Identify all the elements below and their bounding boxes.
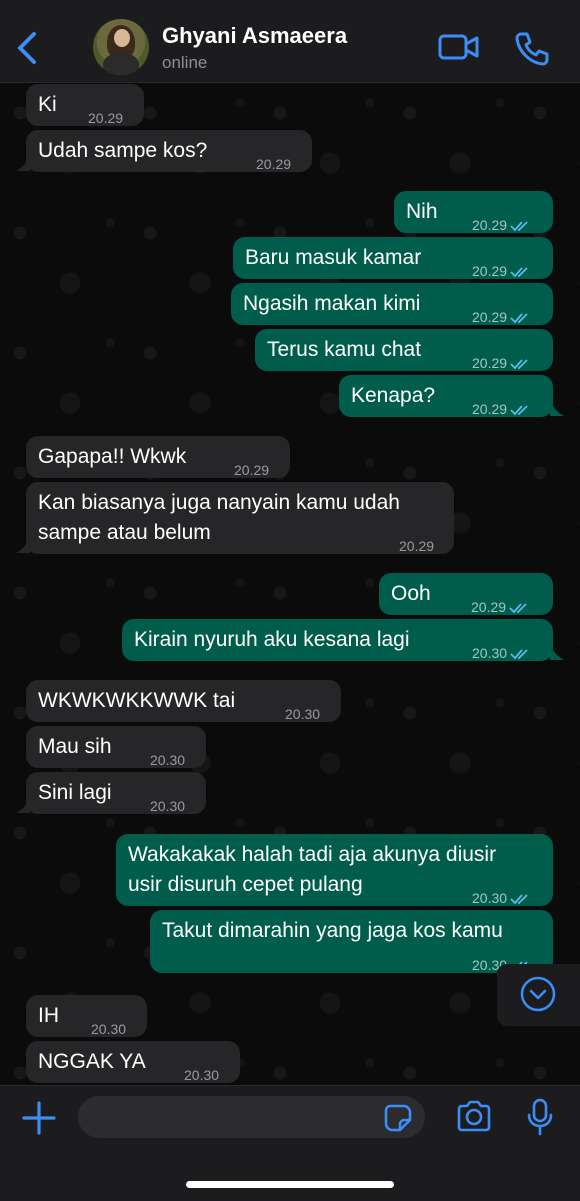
scroll-down-button[interactable] [497, 964, 580, 1026]
message-time: 20.29 [472, 394, 530, 424]
message-time: 20.30 [150, 798, 186, 814]
message-text: Sini lagi [38, 781, 112, 804]
double-check-icon [510, 267, 528, 278]
message-text: Mau sih [38, 735, 112, 758]
message-time: 20.29 [88, 110, 124, 126]
chevron-left-icon[interactable] [8, 28, 44, 68]
message-incoming[interactable]: WKWKWKKWWK tai 20.30 [26, 680, 341, 722]
message-incoming[interactable]: Gapapa!! Wkwk 20.29 [26, 436, 290, 478]
message-text: IH [38, 1004, 59, 1027]
message-time: 20.29 [472, 256, 530, 286]
chat-header: Ghyani Asmaeera online [0, 0, 580, 83]
message-outgoing[interactable]: Ooh 20.29 [379, 573, 553, 615]
message-time: 20.29 [256, 156, 292, 172]
double-check-icon [509, 603, 527, 614]
message-incoming[interactable]: IH 20.30 [26, 995, 147, 1037]
message-text: Takut dimarahin yang jaga kos kamu [162, 919, 503, 942]
message-time: 20.30 [285, 706, 321, 722]
message-time: 20.30 [91, 1021, 127, 1037]
phone-icon[interactable] [514, 30, 550, 66]
message-time: 20.29 [399, 538, 435, 554]
message-outgoing[interactable]: Baru masuk kamar 20.29 [233, 237, 553, 279]
message-text: Baru masuk kamar [245, 246, 422, 269]
double-check-icon [510, 405, 528, 416]
message-incoming[interactable]: Kan biasanya juga nanyain kamu udah samp… [26, 482, 454, 554]
message-time: 20.29 [471, 592, 529, 622]
message-list[interactable]: Ki 20.29 Udah sampe kos? 20.29 Nih 20.29… [0, 83, 580, 1085]
message-text: Terus kamu chat [267, 338, 422, 361]
video-camera-icon[interactable] [438, 32, 480, 62]
message-text: WKWKWKKWWK tai [38, 689, 236, 712]
bubble-tail [16, 539, 30, 553]
bubble-tail [550, 646, 564, 660]
camera-icon[interactable] [456, 1100, 492, 1132]
message-incoming[interactable]: NGGAK YA 20.30 [26, 1041, 240, 1083]
message-text: Ki [38, 93, 57, 116]
message-input[interactable] [78, 1096, 425, 1138]
message-time: 20.30 [150, 752, 186, 768]
message-outgoing[interactable]: Nih 20.29 [394, 191, 553, 233]
chevron-down-circle-icon [520, 976, 556, 1012]
message-text: Kenapa? [351, 384, 436, 407]
message-incoming[interactable]: Mau sih 20.30 [26, 726, 206, 768]
message-outgoing[interactable]: Ngasih makan kimi 20.29 [231, 283, 553, 325]
message-text: Nih [406, 200, 438, 223]
double-check-icon [510, 359, 528, 370]
message-time: 20.29 [472, 210, 530, 240]
home-indicator[interactable] [186, 1181, 394, 1188]
message-outgoing[interactable]: Takut dimarahin yang jaga kos kamu 20.30 [150, 910, 553, 973]
message-text: Ngasih makan kimi [243, 292, 421, 315]
contact-status: online [162, 53, 208, 72]
message-outgoing[interactable]: Kenapa? 20.29 [339, 375, 553, 417]
plus-icon[interactable] [22, 1101, 56, 1135]
message-incoming[interactable]: Sini lagi 20.30 [26, 772, 206, 814]
bubble-tail [16, 157, 30, 171]
message-time: 20.30 [184, 1067, 220, 1083]
bubble-tail [16, 799, 30, 813]
avatar[interactable] [93, 19, 149, 75]
message-outgoing[interactable]: Kirain nyuruh aku kesana lagi 20.30 [122, 619, 553, 661]
message-incoming[interactable]: Udah sampe kos? 20.29 [26, 130, 312, 172]
microphone-icon[interactable] [526, 1098, 554, 1136]
message-text-line: Wakakakak halah tadi aja akunya diusir [128, 843, 497, 866]
composer-bar [0, 1085, 580, 1201]
double-check-icon [510, 221, 528, 232]
message-outgoing[interactable]: Terus kamu chat 20.29 [255, 329, 553, 371]
message-text: Ooh [391, 582, 431, 605]
sticker-icon[interactable] [384, 1104, 412, 1132]
message-time: 20.30 [472, 638, 530, 668]
message-text-line: Kan biasanya juga nanyain kamu udah [38, 491, 400, 514]
message-outgoing[interactable]: Wakakakak halah tadi aja akunya diusir u… [116, 834, 553, 906]
contact-name[interactable]: Ghyani Asmaeera [162, 23, 347, 49]
message-text-line: sampe atau belum [38, 521, 211, 544]
message-time: 20.30 [472, 883, 530, 913]
message-time: 20.29 [234, 462, 270, 478]
bubble-tail [550, 402, 564, 416]
message-text: Gapapa!! Wkwk [38, 445, 187, 468]
double-check-icon [510, 313, 528, 324]
double-check-icon [510, 649, 528, 660]
message-time: 20.29 [472, 348, 530, 378]
message-text: Udah sampe kos? [38, 139, 208, 162]
message-incoming[interactable]: Ki 20.29 [26, 84, 144, 126]
double-check-icon [510, 894, 528, 905]
message-text: NGGAK YA [38, 1050, 146, 1073]
message-text: Kirain nyuruh aku kesana lagi [134, 628, 410, 651]
message-time: 20.29 [472, 302, 530, 332]
